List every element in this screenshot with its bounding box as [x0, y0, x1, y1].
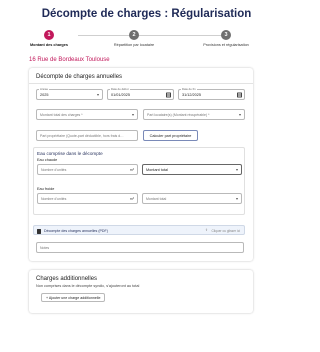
pdf-upload-zone[interactable]: Décompte des charges annuelles (PDF) ⇪ C… — [33, 225, 245, 235]
page-title: Décompte de charges : Régularisation — [41, 8, 252, 20]
add-additional-charge-button[interactable]: + Ajouter une charge additionnelle — [41, 293, 106, 302]
start-date-field[interactable]: Date de début 01/01/2025 — [107, 86, 174, 100]
calendar-icon[interactable] — [236, 92, 242, 97]
end-date-field[interactable]: Date de fin 31/12/2025 — [178, 86, 245, 100]
chevron-down-icon: ▾ — [96, 91, 99, 97]
owner-share-field[interactable]: Part propriétaire (Quote-part déductible… — [36, 130, 138, 141]
total-charges-field[interactable]: Montant total des charges * ▾ — [36, 109, 138, 120]
step-1-circle: 1 — [44, 30, 54, 40]
step-3-label: Provisions et régularisation — [203, 43, 249, 47]
divider — [29, 83, 253, 84]
calendar-icon[interactable] — [165, 92, 171, 97]
pdf-upload-text: Cliquer ou glisser ici — [211, 229, 240, 233]
calculate-owner-share-button[interactable]: Calculer part propriétaire — [143, 130, 198, 141]
recoverable-field[interactable]: Part locataire(s) (Montant récupérable) … — [143, 109, 245, 120]
water-title: Eau comprise dans le décompte — [37, 151, 103, 156]
chevron-down-icon: ▾ — [131, 111, 134, 117]
step-1-label: Montant des charges — [30, 43, 68, 47]
end-date-label: Date de fin — [181, 86, 197, 91]
chevron-down-icon: ▾ — [235, 166, 238, 172]
annual-charges-title: Décompte de charges annuelles — [36, 74, 123, 80]
hot-water-units-placeholder: Nombre d'unités — [41, 167, 67, 172]
year-label: Année — [39, 86, 50, 91]
hot-water-amount-field[interactable]: Montant total ▾ — [142, 164, 242, 175]
start-date-value: 01/01/2025 — [111, 92, 131, 97]
start-date-label: Date de début — [110, 86, 130, 91]
cold-water-amount-placeholder: Montant total — [146, 196, 167, 201]
upload-icon: ⇪ — [204, 228, 208, 232]
hot-water-units-field[interactable]: Nombre d'unités m³ — [37, 164, 138, 175]
step-2[interactable]: 2 Répartition par locataire — [89, 30, 179, 47]
notes-field[interactable]: Notes — [36, 242, 244, 253]
pdf-label: Décompte des charges annuelles (PDF) — [44, 229, 108, 233]
cold-water-units-placeholder: Nombre d'unités — [41, 196, 67, 201]
cold-water-units-field[interactable]: Nombre d'unités m³ — [37, 193, 138, 204]
water-card: Eau comprise dans le décompte Eau chaude… — [33, 147, 245, 215]
chevron-down-icon: ▾ — [238, 111, 241, 117]
annual-charges-card: Décompte de charges annuelles Année 2025… — [29, 68, 253, 261]
year-select[interactable]: Année 2025 ▾ — [36, 86, 103, 100]
step-3[interactable]: 3 Provisions et régularisation — [181, 30, 271, 47]
step-1[interactable]: 1 Montant des charges — [4, 30, 94, 47]
chevron-down-icon: ▾ — [235, 195, 238, 201]
end-date-value: 31/12/2025 — [182, 92, 202, 97]
step-2-circle: 2 — [129, 30, 139, 40]
recoverable-placeholder: Part locataire(s) (Montant récupérable) … — [147, 112, 210, 117]
hot-water-unit: m³ — [129, 167, 134, 172]
owner-share-placeholder: Part propriétaire (Quote-part déductible… — [40, 133, 124, 138]
additional-charges-title: Charges additionnelles — [36, 276, 98, 282]
total-charges-placeholder: Montant total des charges * — [40, 112, 83, 117]
property-address: 16 Rue de Bordeaux Toulouse — [29, 57, 110, 63]
additional-charges-subtitle: Non comprises dans le décompte syndic, s… — [36, 284, 140, 288]
cold-water-unit: m³ — [129, 196, 134, 201]
step-3-circle: 3 — [221, 30, 231, 40]
cold-water-label: Eau froide — [37, 187, 55, 191]
notes-placeholder: Notes — [40, 245, 50, 250]
pdf-icon — [37, 228, 41, 234]
step-2-label: Répartition par locataire — [113, 43, 155, 47]
hot-water-amount-value: Montant total — [146, 167, 168, 172]
stepper: 1 Montant des charges 2 Répartition par … — [0, 30, 293, 52]
hot-water-label: Eau chaude — [37, 158, 58, 162]
cold-water-amount-field[interactable]: Montant total ▾ — [142, 193, 242, 204]
year-value: 2025 — [40, 92, 49, 97]
additional-charges-card: Charges additionnelles Non comprises dan… — [29, 270, 253, 313]
